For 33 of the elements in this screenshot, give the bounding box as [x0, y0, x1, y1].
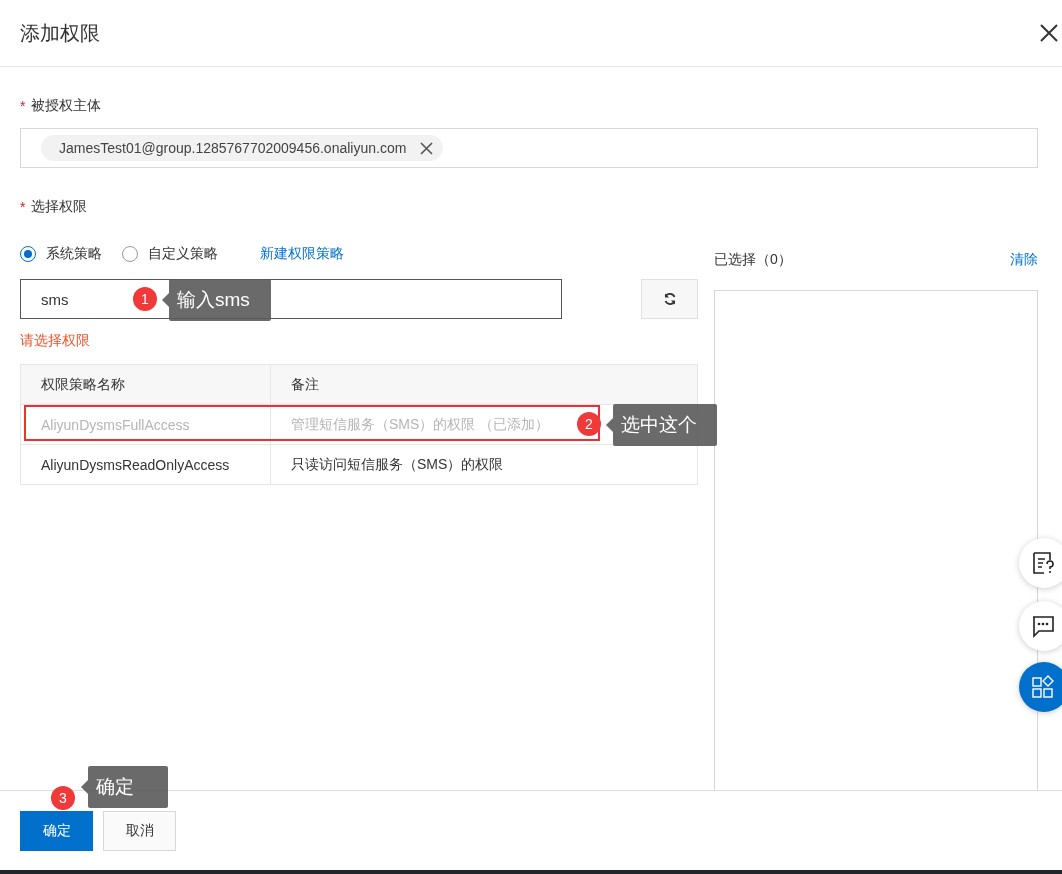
refresh-icon: [662, 292, 677, 306]
field-label: 被授权主体: [31, 97, 102, 115]
apps-button[interactable]: [1019, 662, 1062, 712]
column-header: 权限策略名称: [20, 364, 271, 405]
step-tooltip: 确定: [81, 766, 168, 808]
selected-title: 已选择（0）: [714, 251, 792, 269]
clear-link[interactable]: 清除: [1010, 251, 1038, 269]
table-cell[interactable]: AliyunDysmsReadOnlyAccess: [20, 444, 271, 485]
step-tooltip: 输入sms: [162, 279, 271, 321]
confirm-button[interactable]: 确定: [20, 811, 93, 851]
error-message: 请选择权限: [20, 332, 91, 350]
step-badge: 2: [577, 412, 601, 436]
step-badge: 3: [51, 786, 75, 810]
chat-icon: [1031, 614, 1055, 638]
dialog-title: 添加权限: [20, 20, 100, 46]
new-policy-link[interactable]: 新建权限策略: [260, 245, 344, 263]
radio-label[interactable]: 系统策略: [46, 245, 102, 263]
required-mark: *: [20, 98, 26, 114]
chat-button[interactable]: [1019, 601, 1062, 651]
refresh-button[interactable]: [641, 279, 698, 319]
required-mark: *: [20, 199, 26, 215]
apps-icon: [1031, 675, 1055, 699]
field-label: 选择权限: [31, 198, 88, 216]
tag-text: JamesTest01@group.1285767702009456.onaliyun.com: [59, 140, 407, 156]
cancel-button[interactable]: 取消: [103, 811, 176, 851]
help-doc-button[interactable]: [1019, 538, 1062, 588]
column-header: 备注: [270, 364, 698, 405]
principal-field[interactable]: JamesTest01@group.1285767702009456.onaliyun.com: [20, 128, 1038, 168]
radio-label[interactable]: 自定义策略: [148, 245, 218, 263]
remove-icon[interactable]: [420, 141, 434, 155]
step-tooltip: 选中这个: [606, 404, 717, 446]
document-question-icon: [1031, 551, 1055, 575]
close-icon[interactable]: [1040, 24, 1058, 42]
